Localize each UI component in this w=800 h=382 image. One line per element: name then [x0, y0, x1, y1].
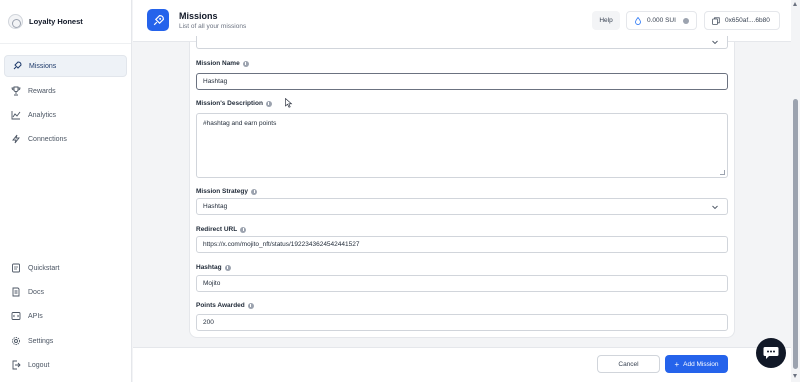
mission-name-input[interactable]: Hashtag — [196, 73, 728, 90]
resize-handle-icon[interactable] — [720, 170, 725, 175]
code-icon — [11, 311, 21, 321]
page-title: Missions — [179, 11, 218, 21]
docs-icon — [11, 287, 21, 297]
add-mission-label: Add Mission — [683, 360, 719, 368]
wallet-balance-button[interactable]: 0.000 SUI — [626, 11, 697, 30]
chat-bubble-icon — [763, 347, 779, 359]
redirect-url-input[interactable]: https://x.com/mojito_nft/status/19223436… — [196, 236, 728, 253]
hashtag-label: Hashtag — [196, 264, 231, 271]
mission-description-label: Mission's Description — [196, 100, 272, 107]
copy-icon — [712, 16, 720, 25]
sidebar-item-label: APIs — [28, 312, 43, 320]
trophy-icon — [11, 86, 21, 96]
sidebar-item-label: Missions — [29, 62, 57, 70]
chart-line-icon — [11, 110, 21, 120]
hashtag-input[interactable]: Mojito — [196, 275, 728, 292]
info-icon — [683, 18, 689, 24]
rocket-icon — [147, 9, 169, 31]
logout-icon — [11, 360, 21, 370]
add-mission-button[interactable]: + Add Mission — [665, 355, 728, 373]
sidebar-item-rewards[interactable]: Rewards — [4, 80, 127, 102]
sidebar-item-logout[interactable]: Logout — [4, 354, 127, 376]
cancel-button[interactable]: Cancel — [597, 355, 660, 373]
sidebar-item-label: Connections — [28, 135, 67, 143]
sidebar-item-quickstart[interactable]: Quickstart — [4, 257, 127, 279]
brand-name: Loyalty Honest — [29, 17, 83, 26]
sidebar-item-label: Docs — [28, 288, 44, 296]
info-icon — [247, 302, 254, 309]
sidebar-item-missions[interactable]: Missions — [4, 55, 127, 77]
info-icon — [242, 60, 249, 67]
info-icon — [251, 188, 258, 195]
points-awarded-input[interactable]: 200 — [196, 314, 728, 331]
wallet-address: 0x650af....6b80 — [725, 17, 770, 24]
plus-icon: + — [674, 359, 680, 369]
help-button[interactable]: Help — [592, 11, 620, 30]
mission-description-value: #hashtag and earn points — [203, 120, 277, 127]
wallet-balance: 0.000 SUI — [647, 17, 676, 24]
mission-strategy-label: Mission Strategy — [196, 188, 258, 195]
sidebar-item-connections[interactable]: Connections — [4, 128, 127, 150]
chevron-down-icon — [712, 40, 718, 45]
rocket-icon — [12, 61, 22, 71]
info-icon — [265, 100, 272, 107]
info-icon — [240, 226, 247, 233]
lightning-icon — [11, 134, 21, 144]
sidebar-item-settings[interactable]: Settings — [4, 330, 127, 352]
scroll-down-arrow-icon[interactable] — [793, 374, 797, 378]
previous-select-field[interactable] — [196, 36, 728, 49]
scroll-up-arrow-icon[interactable] — [793, 2, 797, 6]
mission-name-label: Mission Name — [196, 60, 249, 67]
sidebar-item-label: Analytics — [28, 111, 57, 119]
mission-description-textarea[interactable]: #hashtag and earn points — [196, 113, 728, 178]
brand[interactable]: Loyalty Honest — [0, 0, 131, 44]
sidebar-item-docs[interactable]: Docs — [4, 281, 127, 303]
sidebar-item-analytics[interactable]: Analytics — [4, 104, 127, 126]
page-subtitle: List of all your missions — [179, 23, 247, 30]
chevron-down-icon — [712, 205, 718, 210]
wallet-address-button[interactable]: 0x650af....6b80 — [704, 11, 780, 30]
sui-drop-icon — [635, 16, 641, 25]
sidebar: Loyalty Honest Missions Rewards Analytic… — [0, 0, 132, 382]
mission-strategy-value: Hashtag — [203, 203, 228, 210]
sidebar-item-label: Settings — [28, 337, 54, 345]
mouse-cursor-icon — [285, 98, 293, 108]
quickstart-icon — [11, 263, 21, 273]
sidebar-item-label: Rewards — [28, 87, 56, 95]
sidebar-item-label: Logout — [28, 361, 50, 369]
scrollbar-thumb[interactable] — [793, 99, 798, 369]
points-awarded-label: Points Awarded — [196, 302, 254, 309]
gear-icon — [11, 336, 21, 346]
sidebar-item-label: Quickstart — [28, 264, 60, 272]
redirect-url-label: Redirect URL — [196, 226, 247, 233]
info-icon — [224, 264, 231, 271]
mission-strategy-select[interactable]: Hashtag — [196, 198, 728, 215]
brand-logo-icon — [8, 14, 23, 29]
chat-support-button[interactable] — [756, 338, 786, 368]
sidebar-item-apis[interactable]: APIs — [4, 305, 127, 327]
